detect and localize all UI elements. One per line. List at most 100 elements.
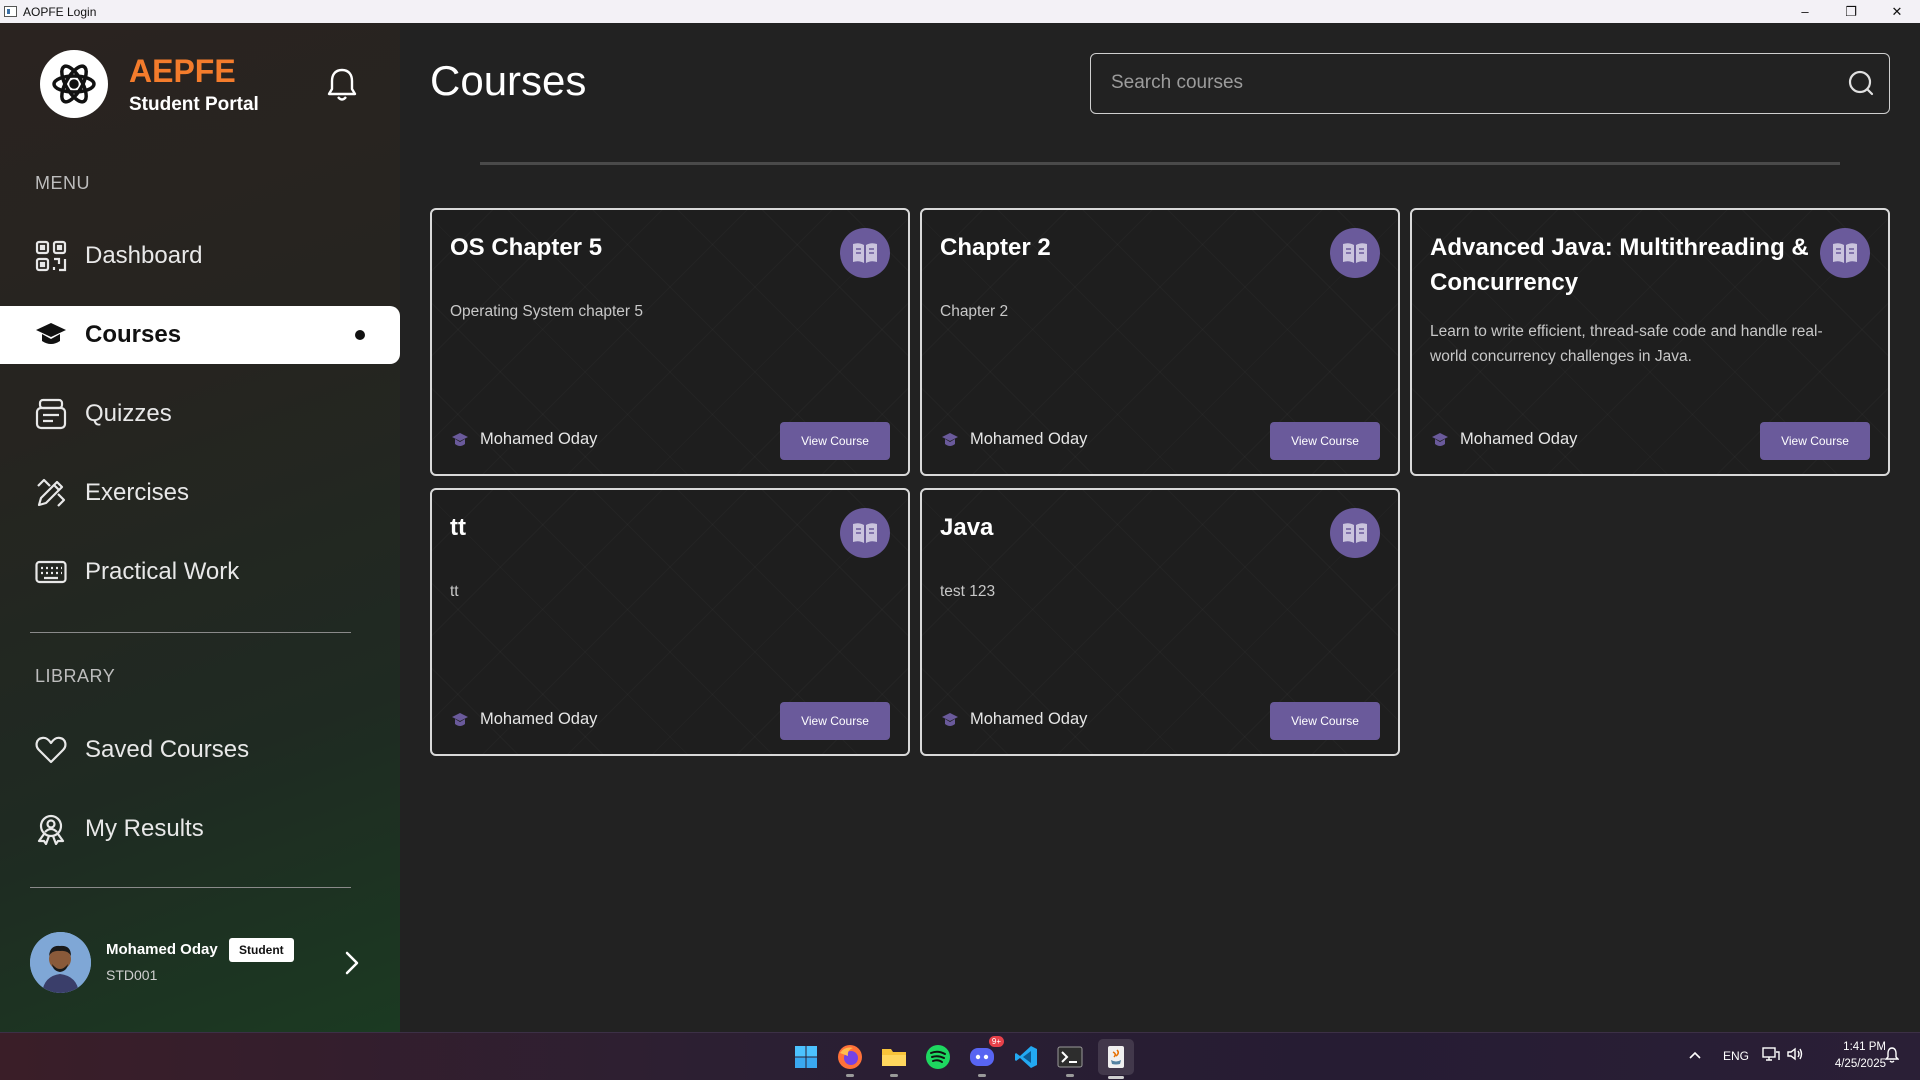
book-icon	[840, 228, 890, 278]
firefox-icon[interactable]	[834, 1041, 866, 1077]
award-icon	[34, 812, 68, 846]
menu-section-label: MENU	[35, 173, 90, 193]
avatar[interactable]	[30, 932, 91, 993]
course-title: Java	[940, 514, 994, 541]
quiz-icon	[34, 397, 68, 431]
course-card[interactable]: Advanced Java: Multithreading & Concurre…	[1410, 208, 1890, 476]
active-indicator-dot	[355, 330, 365, 340]
heart-icon	[34, 733, 68, 767]
brand-subtitle: Student Portal	[129, 94, 259, 115]
course-author: Mohamed Oday	[970, 710, 1088, 728]
app-window-icon	[4, 6, 17, 17]
keyboard-icon	[34, 555, 68, 589]
brand-name: AEPFE	[129, 53, 236, 89]
course-author: Mohamed Oday	[480, 710, 598, 728]
sidebar-item-label: Dashboard	[85, 242, 203, 269]
course-description: Learn to write efficient, thread-safe co…	[1430, 323, 1823, 365]
graduation-cap-icon	[34, 318, 68, 352]
course-description: Chapter 2	[940, 303, 1009, 320]
window-controls: – ❐ ✕	[1782, 0, 1920, 23]
course-card[interactable]: Chapter 2 Chapter 2 Mohamed Oday View Co…	[920, 208, 1400, 476]
user-id: STD001	[106, 967, 158, 983]
running-indicator	[1108, 1076, 1124, 1079]
running-indicator	[978, 1074, 986, 1077]
brand-logo-icon	[40, 50, 108, 118]
clock-time[interactable]: 1:41 PM	[1822, 1041, 1886, 1053]
running-indicator	[1066, 1074, 1074, 1077]
terminal-icon[interactable]	[1054, 1041, 1086, 1077]
sidebar-item-label: Courses	[85, 321, 182, 348]
windows-start-icon[interactable]	[790, 1041, 822, 1073]
view-course-button[interactable]: View Course	[1270, 422, 1380, 460]
language-indicator[interactable]: ENG	[1723, 1049, 1749, 1063]
volume-icon[interactable]	[1786, 1046, 1804, 1067]
notification-bell-icon[interactable]	[324, 65, 360, 105]
maximize-button[interactable]: ❐	[1828, 0, 1874, 23]
instructor-icon	[452, 433, 468, 447]
chevron-up-icon[interactable]	[1688, 1047, 1702, 1065]
course-description: tt	[450, 583, 459, 600]
course-card[interactable]: tt tt Mohamed Oday View Course	[430, 488, 910, 756]
minimize-button[interactable]: –	[1782, 0, 1828, 23]
notification-badge: 9+	[988, 1036, 1004, 1047]
windows-taskbar: 9+ ENG 1:41 PM 4/25/2025	[0, 1032, 1920, 1080]
main-content: Courses OS Chapter 5 Operating System ch…	[400, 23, 1920, 1032]
view-course-button[interactable]: View Course	[780, 422, 890, 460]
sidebar-item-quizzes[interactable]: Quizzes	[0, 385, 400, 443]
sidebar-divider	[30, 887, 351, 888]
sidebar-item-saved-courses[interactable]: Saved Courses	[0, 721, 400, 779]
clock-date[interactable]: 4/25/2025	[1818, 1058, 1886, 1070]
discord-icon[interactable]: 9+	[966, 1036, 1004, 1077]
sidebar-item-exercises[interactable]: Exercises	[0, 464, 400, 522]
window-title: AOPFE Login	[23, 4, 97, 19]
book-icon	[1820, 228, 1870, 278]
vscode-icon[interactable]	[1010, 1041, 1042, 1073]
course-author: Mohamed Oday	[1460, 430, 1578, 448]
instructor-icon	[942, 433, 958, 447]
course-card[interactable]: Java test 123 Mohamed Oday View Course	[920, 488, 1400, 756]
instructor-icon	[452, 713, 468, 727]
sidebar-item-courses[interactable]: Courses	[0, 306, 400, 364]
book-icon	[1330, 228, 1380, 278]
sidebar-item-label: My Results	[85, 815, 204, 842]
window-titlebar: AOPFE Login – ❐ ✕	[0, 0, 1920, 23]
search-box	[1090, 53, 1890, 114]
course-card[interactable]: OS Chapter 5 Operating System chapter 5 …	[430, 208, 910, 476]
network-icon[interactable]	[1762, 1046, 1780, 1067]
running-indicator	[890, 1074, 898, 1077]
course-author: Mohamed Oday	[970, 430, 1088, 448]
java-app-icon[interactable]	[1098, 1039, 1134, 1079]
sidebar-item-my-results[interactable]: My Results	[0, 800, 400, 858]
chevron-right-icon[interactable]	[340, 948, 364, 978]
spotify-icon[interactable]	[922, 1041, 954, 1073]
sidebar-item-label: Practical Work	[85, 558, 240, 585]
course-description: Operating System chapter 5	[450, 303, 643, 320]
pencil-ruler-icon	[34, 476, 68, 510]
file-explorer-icon[interactable]	[878, 1041, 910, 1077]
course-description: test 123	[940, 583, 996, 600]
sidebar-item-dashboard[interactable]: Dashboard	[0, 227, 400, 285]
sidebar-item-label: Exercises	[85, 479, 190, 506]
sidebar-item-label: Quizzes	[85, 400, 172, 427]
library-section-label: LIBRARY	[35, 666, 116, 686]
user-name: Mohamed Oday	[106, 941, 218, 958]
qr-grid-icon	[34, 239, 68, 273]
close-button[interactable]: ✕	[1874, 0, 1920, 23]
search-input[interactable]	[1111, 54, 1831, 112]
course-title: OS Chapter 5	[450, 234, 603, 261]
book-icon	[840, 508, 890, 558]
course-title: Advanced Java: Multithreading & Concurre…	[1430, 234, 1809, 296]
notification-icon[interactable]	[1884, 1047, 1900, 1068]
sidebar-item-practical-work[interactable]: Practical Work	[0, 543, 400, 601]
instructor-icon	[942, 713, 958, 727]
sidebar-divider	[30, 632, 351, 633]
view-course-button[interactable]: View Course	[780, 702, 890, 740]
course-title: tt	[450, 514, 466, 541]
page-title: Courses	[430, 57, 587, 104]
sidebar-item-label: Saved Courses	[85, 736, 250, 763]
view-course-button[interactable]: View Course	[1270, 702, 1380, 740]
course-author: Mohamed Oday	[480, 430, 598, 448]
search-icon[interactable]	[1847, 69, 1875, 97]
view-course-button[interactable]: View Course	[1760, 422, 1870, 460]
sidebar: AEPFE Student Portal MENU Dashboard Cour…	[0, 23, 400, 1032]
